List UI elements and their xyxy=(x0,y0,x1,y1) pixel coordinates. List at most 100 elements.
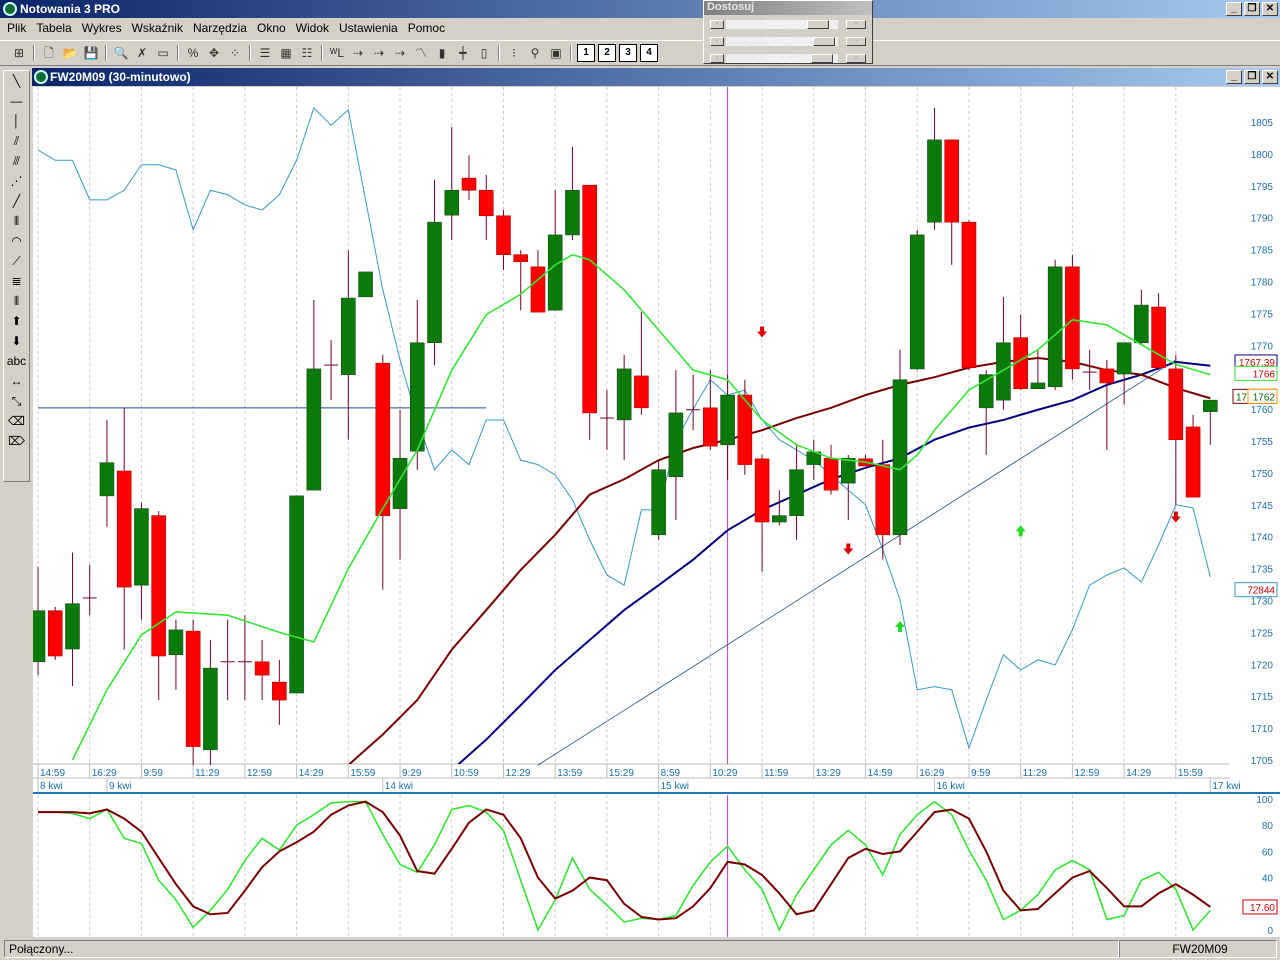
minimize-button[interactable]: _ xyxy=(1226,2,1242,16)
stoch-k-line xyxy=(38,800,1211,932)
text-tool-icon[interactable]: abc xyxy=(4,351,29,371)
stoch-tick-label: 40 xyxy=(1262,874,1274,885)
values-icon[interactable]: % xyxy=(184,44,202,62)
menu-tabela[interactable]: Tabela xyxy=(31,21,76,35)
chart-minimize-button[interactable]: _ xyxy=(1226,70,1242,84)
date-label: 15 kwi xyxy=(661,781,689,792)
slider-left-button[interactable]: · xyxy=(710,37,724,46)
dostosuj-slider[interactable]: · · xyxy=(710,17,866,32)
time-label: 13:29 xyxy=(816,768,841,779)
timezones-tool-icon[interactable]: ⦀ xyxy=(4,291,29,311)
speed-tool-icon[interactable]: ⟋ xyxy=(4,251,29,271)
slider-thumb[interactable] xyxy=(810,54,833,63)
time-label: 16:29 xyxy=(92,768,117,779)
chart-area[interactable]: 14:59 16:29 9:59 11:29 12:59 14:29 15:59 9:29 10… xyxy=(33,87,1280,937)
slider-thumb[interactable] xyxy=(812,37,835,46)
stoch-tick-label: 80 xyxy=(1262,821,1274,832)
eraser-all-icon[interactable]: ⌦ xyxy=(4,431,29,451)
save-icon[interactable]: 💾 xyxy=(82,44,100,62)
bar-chart-icon[interactable]: ▮ xyxy=(433,44,451,62)
restore-button[interactable]: ❐ xyxy=(1244,2,1260,16)
gann-tool-icon[interactable]: ⋰ xyxy=(4,171,29,191)
new-file-icon[interactable]: 🗋 xyxy=(40,44,58,62)
candle-up xyxy=(203,667,218,751)
menu-narzędzia[interactable]: Narzędzia xyxy=(188,21,252,35)
menu-widok[interactable]: Widok xyxy=(291,21,334,35)
candle-up xyxy=(99,462,115,497)
grid-icon[interactable]: ⊞ xyxy=(10,44,28,62)
dostosuj-title[interactable]: Dostosuj xyxy=(704,1,872,15)
candle-up xyxy=(1030,382,1046,389)
hline-tool-icon[interactable]: — xyxy=(4,91,29,111)
crosshair-icon[interactable]: ✥ xyxy=(205,44,223,62)
arcs-tool-icon[interactable]: ◠ xyxy=(4,231,29,251)
list-icon[interactable]: ☷ xyxy=(298,44,316,62)
add-window-icon[interactable]: ▣ xyxy=(547,44,565,62)
layout-2-button[interactable]: 2 xyxy=(598,44,616,62)
chart-restore-button[interactable]: ❐ xyxy=(1244,70,1260,84)
fan-tool-icon[interactable]: ⫻ xyxy=(4,151,29,171)
date-label: 8 kwi xyxy=(40,781,63,792)
arrow-line-3-icon[interactable]: ⇢ xyxy=(391,44,409,62)
candle-down xyxy=(1065,266,1080,370)
ruler-icon[interactable]: ▭ xyxy=(154,44,172,62)
app-title-bar: Notowania 3 PRO _ ❐ ✕ xyxy=(0,0,1280,18)
menu-plik[interactable]: Plik xyxy=(2,21,31,35)
points-icon[interactable]: ⁘ xyxy=(226,44,244,62)
ohlc-icon[interactable]: ┿ xyxy=(454,44,472,62)
close-button[interactable]: ✕ xyxy=(1262,2,1278,16)
price-tick-label: 1745 xyxy=(1251,501,1274,512)
date-label: 9 kwi xyxy=(109,781,132,792)
slider-right-button[interactable]: · xyxy=(846,54,866,63)
vline-tool-icon[interactable]: │ xyxy=(4,111,29,131)
menu-okno[interactable]: Okno xyxy=(252,21,291,35)
menu-ustawienia[interactable]: Ustawienia xyxy=(334,21,403,35)
menu-wykres[interactable]: Wykres xyxy=(77,21,127,35)
arrow-line-icon[interactable]: ⇢ xyxy=(349,44,367,62)
candle-down xyxy=(116,470,132,588)
arrow-down-icon[interactable]: ⬇ xyxy=(4,331,29,351)
eraser-icon[interactable]: ⌫ xyxy=(4,411,29,431)
ray-tool-icon[interactable]: ╱ xyxy=(4,191,29,211)
cycles-tool-icon[interactable]: ⦀ xyxy=(4,211,29,231)
traffic-light-icon[interactable]: ⁝ xyxy=(505,44,523,62)
price-tick-label: 1790 xyxy=(1251,214,1274,225)
arrow-line-2-icon[interactable]: ⇢ xyxy=(370,44,388,62)
diagonal-resize-icon[interactable]: ⤡ xyxy=(4,391,29,411)
layout-4-button[interactable]: 4 xyxy=(640,44,658,62)
line-tool-icon[interactable]: ╲ xyxy=(4,71,29,91)
add-marker-icon[interactable]: ⚲ xyxy=(526,44,544,62)
open-folder-icon[interactable]: 📂 xyxy=(61,44,79,62)
slider-right-button[interactable]: · xyxy=(846,20,866,29)
dostosuj-slider[interactable]: · · xyxy=(710,34,866,49)
slider-right-button[interactable]: · xyxy=(846,37,866,46)
menu-wskaźnik[interactable]: Wskaźnik xyxy=(127,21,188,35)
wl-icon[interactable]: ᵂL xyxy=(328,44,346,62)
layout-icon[interactable]: ▦ xyxy=(277,44,295,62)
table-icon[interactable]: ☰ xyxy=(256,44,274,62)
slider-thumb[interactable] xyxy=(807,20,830,29)
channel-tool-icon[interactable]: ⫽ xyxy=(4,131,29,151)
layout-3-button[interactable]: 3 xyxy=(619,44,637,62)
fibo-tool-icon[interactable]: ≣ xyxy=(4,271,29,291)
dostosuj-slider[interactable]: · · xyxy=(710,51,866,66)
chart-close-button[interactable]: ✕ xyxy=(1262,70,1278,84)
layout-1-button[interactable]: 1 xyxy=(577,44,595,62)
line-chart-icon[interactable]: 〽 xyxy=(412,44,430,62)
price-label: 72844 xyxy=(1247,586,1275,597)
price-chart[interactable]: 14:59 16:29 9:59 11:29 12:59 14:29 15:59 9:29 10… xyxy=(33,87,1280,937)
arrow-up-icon[interactable]: ⬆ xyxy=(4,311,29,331)
horizontal-resize-icon[interactable]: ↔ xyxy=(4,371,29,391)
candle-up xyxy=(427,221,442,344)
slider-left-button[interactable]: · xyxy=(710,20,724,29)
slider-left-button[interactable]: · xyxy=(710,54,724,63)
delete-icon[interactable]: ✗ xyxy=(133,44,151,62)
price-tick-label: 1755 xyxy=(1251,437,1274,448)
time-label: 11:29 xyxy=(195,768,220,779)
zoom-icon[interactable]: 🔍 xyxy=(112,44,130,62)
candle-down xyxy=(754,458,770,523)
menu-pomoc[interactable]: Pomoc xyxy=(403,21,450,35)
chart-window-icon xyxy=(34,70,48,84)
candle-down xyxy=(961,221,977,368)
candle-icon[interactable]: ▯ xyxy=(475,44,493,62)
